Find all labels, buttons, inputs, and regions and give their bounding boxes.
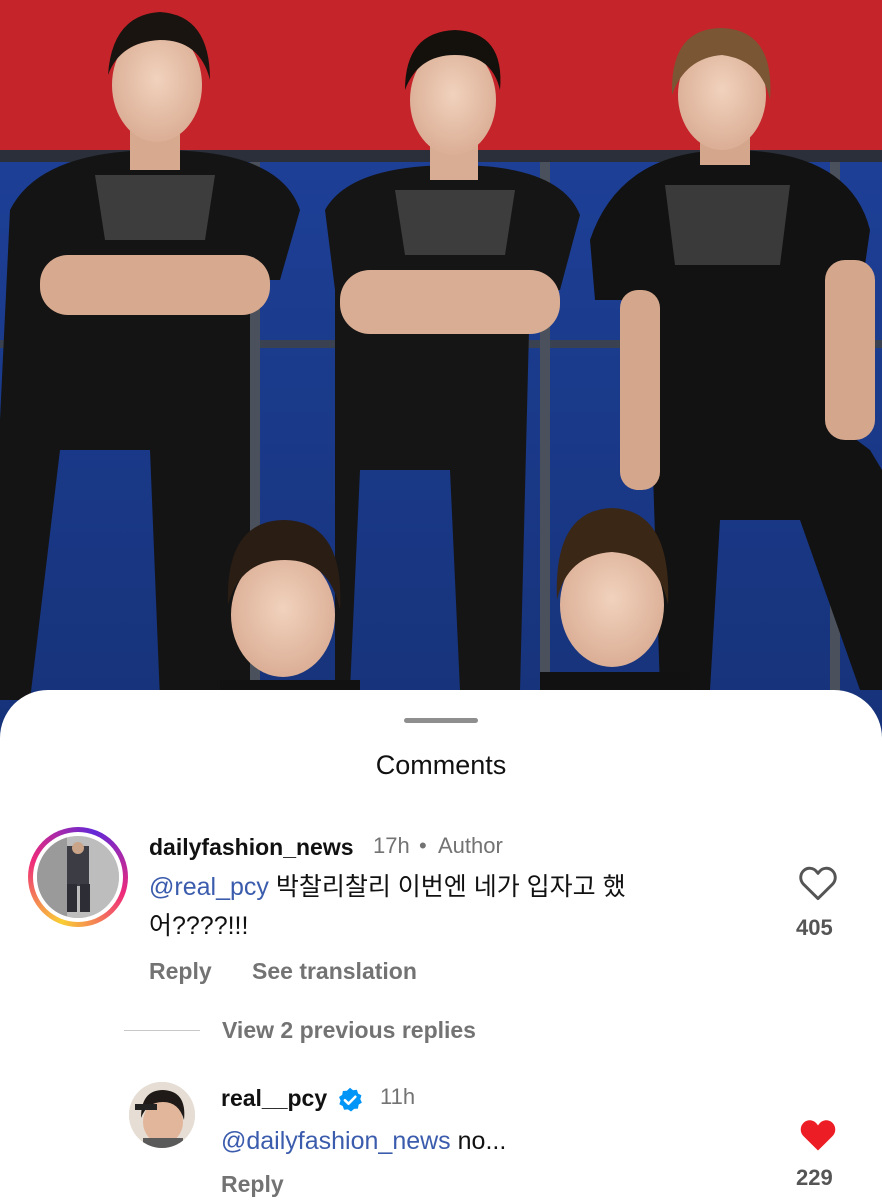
view-previous-replies-button[interactable]: View 2 previous replies <box>222 1017 476 1044</box>
replies-divider-line <box>124 1030 200 1031</box>
commenter-avatar-story-ring[interactable] <box>28 827 128 927</box>
sheet-drag-handle[interactable] <box>404 718 478 723</box>
avatar[interactable] <box>129 1082 195 1148</box>
avatar <box>37 836 119 918</box>
comment-time: 17h <box>373 833 410 858</box>
mention-link[interactable]: @dailyfashion_news <box>221 1127 451 1155</box>
comment-username[interactable]: real__pcy <box>221 1085 327 1112</box>
heart-outline-icon[interactable] <box>798 865 838 901</box>
comment-username[interactable]: dailyfashion_news <box>149 834 354 861</box>
post-photo <box>0 0 882 740</box>
meta-separator: • <box>419 833 427 858</box>
comment-text-line2: 어????!!! <box>149 912 249 940</box>
see-translation-button[interactable]: See translation <box>252 958 417 985</box>
group-photo-illustration <box>0 0 882 740</box>
reply-button[interactable]: Reply <box>149 958 212 985</box>
comment-text-body: no... <box>450 1127 507 1155</box>
comments-sheet: Comments dailyfashion_news 17h • Author … <box>0 690 882 1200</box>
comment-text-line1: 박찰리찰리 이번엔 네가 입자고 했 <box>268 873 626 901</box>
comment-time: 11h <box>380 1084 416 1109</box>
reply-button[interactable]: Reply <box>221 1171 284 1198</box>
like-count: 405 <box>796 915 833 940</box>
author-badge: Author <box>438 833 503 858</box>
sheet-title: Comments <box>375 750 507 780</box>
heart-filled-icon[interactable] <box>798 1117 838 1153</box>
comment-text: @dailyfashion_news no... <box>221 1122 506 1160</box>
verified-badge-icon <box>339 1087 362 1112</box>
comment-text: @real_pcy 박찰리찰리 이번엔 네가 입자고 했 <box>149 868 626 906</box>
mention-link[interactable]: @real_pcy <box>149 873 269 901</box>
like-count: 229 <box>796 1165 833 1190</box>
